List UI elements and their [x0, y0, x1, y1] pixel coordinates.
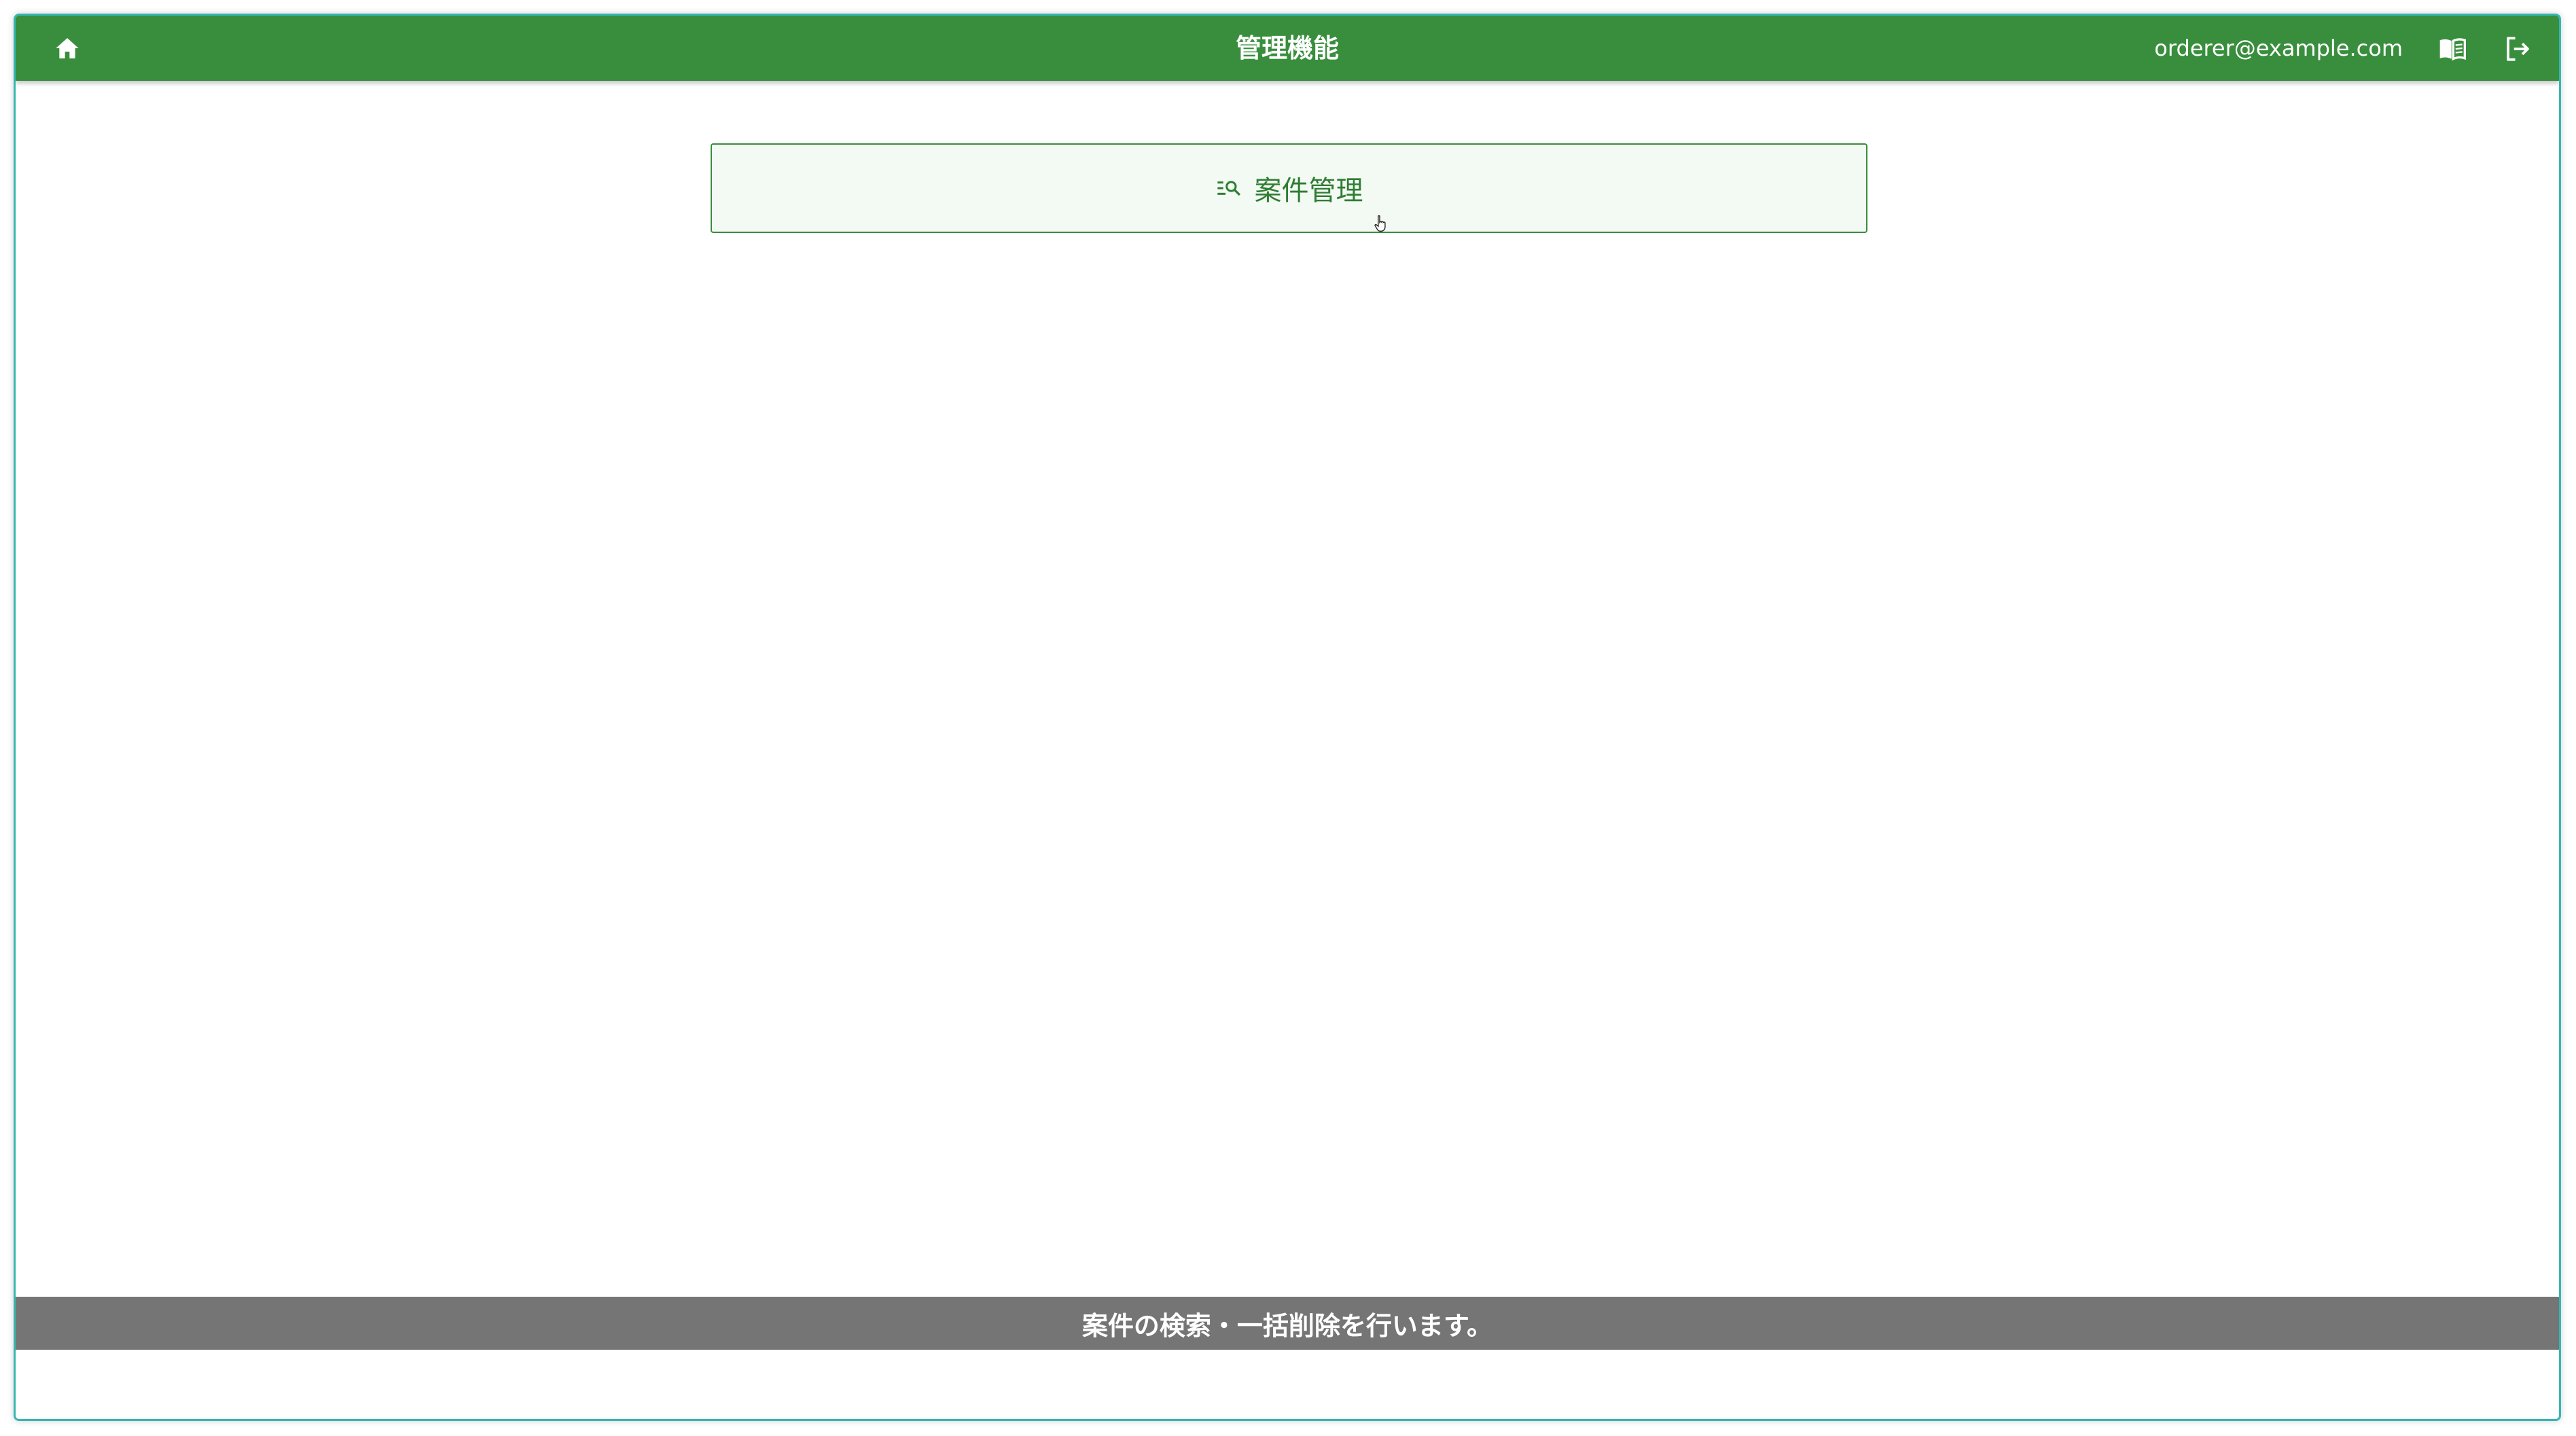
home-icon: [56, 38, 79, 58]
case-management-label: 案件管理: [1254, 175, 1363, 207]
status-message: 案件の検索・一括削除を行います。: [1081, 1310, 1493, 1341]
user-email: orderer@example.com: [2154, 35, 2403, 61]
book-icon: [2439, 38, 2466, 61]
case-management-button[interactable]: 案件管理: [711, 143, 1867, 233]
status-bar: 案件の検索・一括削除を行います。: [16, 1297, 2559, 1350]
app-window: 管理機能 orderer@example.com 案件管理 案件の検索・一括削除…: [14, 14, 2561, 1421]
main-content: 案件管理: [16, 81, 2559, 1310]
logout-icon: [2507, 37, 2529, 61]
search-list-icon: [1217, 181, 1240, 196]
home-button[interactable]: [50, 31, 85, 66]
hand-pointer-icon: [1374, 215, 1386, 232]
top-app-bar: 管理機能 orderer@example.com: [16, 16, 2559, 81]
manual-button[interactable]: [2435, 32, 2469, 66]
logout-button[interactable]: [2501, 32, 2535, 66]
